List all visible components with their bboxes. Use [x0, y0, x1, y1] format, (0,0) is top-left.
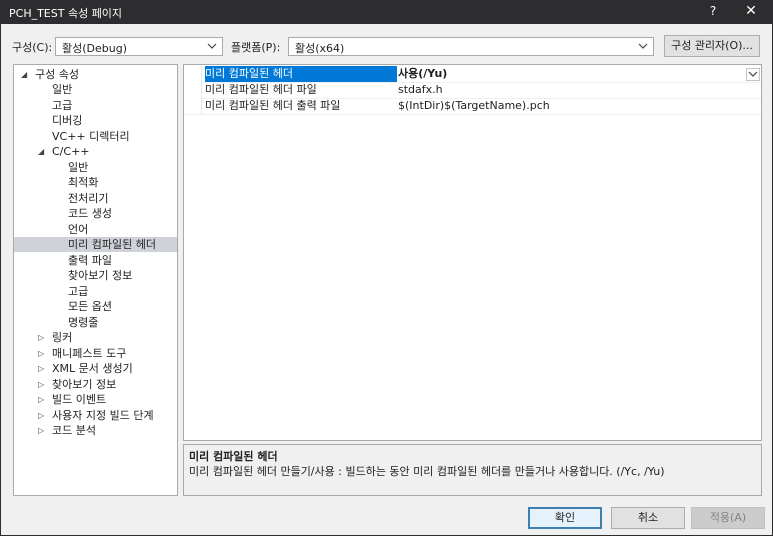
property-grid: 미리 컴파일된 헤더 사용(/Yu) 미리 컴파일된 헤더 파일 stdafx.… [183, 64, 762, 441]
window-title: PCH_TEST 속성 페이지 [9, 7, 123, 20]
config-manager-button[interactable]: 구성 관리자(O)... [664, 35, 760, 57]
tree-item-build-events[interactable]: ▷ 빌드 이벤트 [14, 392, 177, 407]
property-value[interactable]: $(IntDir)$(TargetName).pch [398, 98, 758, 114]
value-dropdown-button[interactable] [746, 68, 760, 81]
chevron-down-icon [207, 43, 217, 49]
tree-item-cpp-general[interactable]: 일반 [14, 160, 177, 175]
row-gutter [184, 66, 202, 82]
property-name[interactable]: 미리 컴파일된 헤더 출력 파일 [205, 98, 397, 114]
property-name[interactable]: 미리 컴파일된 헤더 파일 [205, 82, 397, 98]
tree-item-advanced[interactable]: 고급 [14, 98, 177, 113]
property-value[interactable]: stdafx.h [398, 82, 758, 98]
description-title: 미리 컴파일된 헤더 [189, 450, 278, 463]
platform-value: 활성(x64) [295, 42, 345, 55]
tree-item-vc-directories[interactable]: VC++ 디렉터리 [14, 129, 177, 144]
collapsed-triangle-icon[interactable]: ▷ [38, 330, 44, 345]
title-bar: PCH_TEST 속성 페이지 ? ✕ [1, 1, 772, 24]
tree-item-general[interactable]: 일반 [14, 82, 177, 97]
apply-button[interactable]: 적용(A) [691, 507, 765, 529]
tree-item-optimization[interactable]: 최적화 [14, 175, 177, 190]
row-gutter [184, 98, 202, 114]
tree-item-browse-info[interactable]: 찾아보기 정보 [14, 268, 177, 283]
config-label: 구성(C): [12, 41, 53, 54]
tree-item-code-generation[interactable]: 코드 생성 [14, 206, 177, 221]
tree-item-command-line[interactable]: 명령줄 [14, 315, 177, 330]
tree-item-debugging[interactable]: 디버깅 [14, 113, 177, 128]
expanded-triangle-icon[interactable]: ◢ [21, 67, 27, 82]
tree-item-xml-doc-generator[interactable]: ▷ XML 문서 생성기 [14, 361, 177, 376]
collapsed-triangle-icon[interactable]: ▷ [38, 392, 44, 407]
collapsed-triangle-icon[interactable]: ▷ [38, 377, 44, 392]
property-row[interactable]: 미리 컴파일된 헤더 출력 파일 $(IntDir)$(TargetName).… [184, 98, 761, 115]
tree-item-manifest-tool[interactable]: ▷ 매니페스트 도구 [14, 346, 177, 361]
tree-root[interactable]: ◢ 구성 속성 [14, 67, 177, 82]
collapsed-triangle-icon[interactable]: ▷ [38, 408, 44, 423]
tree-item-precompiled-headers[interactable]: 미리 컴파일된 헤더 [14, 237, 177, 252]
platform-label: 플랫폼(P): [231, 41, 281, 54]
config-value: 활성(Debug) [62, 42, 127, 55]
tree-item-custom-build-step[interactable]: ▷ 사용자 지정 빌드 단계 [14, 408, 177, 423]
tree-item-language[interactable]: 언어 [14, 222, 177, 237]
chevron-down-icon [638, 43, 648, 49]
collapsed-triangle-icon[interactable]: ▷ [38, 346, 44, 361]
platform-dropdown[interactable]: 활성(x64) [288, 37, 654, 56]
tree-item-all-options[interactable]: 모든 옵션 [14, 299, 177, 314]
row-gutter [184, 82, 202, 98]
description-panel: 미리 컴파일된 헤더 미리 컴파일된 헤더 만들기/사용 : 빌드하는 동안 미… [183, 444, 762, 496]
config-dropdown[interactable]: 활성(Debug) [55, 37, 223, 56]
tree-item-cpp-advanced[interactable]: 고급 [14, 284, 177, 299]
property-row[interactable]: 미리 컴파일된 헤더 파일 stdafx.h [184, 82, 761, 99]
property-value[interactable]: 사용(/Yu) [398, 66, 758, 82]
tree-item-output-files[interactable]: 출력 파일 [14, 253, 177, 268]
tree-item-cpp[interactable]: ◢ C/C++ [14, 144, 177, 159]
category-tree: ◢ 구성 속성 일반 고급 디버깅 VC++ 디렉터리 ◢ C/C++ 일반 최… [13, 64, 178, 496]
tree-item-browse-info-top[interactable]: ▷ 찾아보기 정보 [14, 377, 177, 392]
chevron-down-icon [748, 71, 758, 77]
description-text: 미리 컴파일된 헤더 만들기/사용 : 빌드하는 동안 미리 컴파일된 헤더를 … [189, 465, 665, 478]
close-button[interactable]: ✕ [738, 3, 764, 22]
ok-button[interactable]: 확인 [528, 507, 602, 529]
help-button[interactable]: ? [701, 4, 725, 21]
tree-item-linker[interactable]: ▷ 링커 [14, 330, 177, 345]
tree-item-code-analysis[interactable]: ▷ 코드 분석 [14, 423, 177, 438]
expanded-triangle-icon[interactable]: ◢ [38, 144, 44, 159]
cancel-button[interactable]: 취소 [611, 507, 685, 529]
collapsed-triangle-icon[interactable]: ▷ [38, 361, 44, 376]
property-name[interactable]: 미리 컴파일된 헤더 [205, 66, 397, 82]
property-pages-dialog: PCH_TEST 속성 페이지 ? ✕ 구성(C): 활성(Debug) 플랫폼… [0, 0, 773, 536]
collapsed-triangle-icon[interactable]: ▷ [38, 423, 44, 438]
property-row[interactable]: 미리 컴파일된 헤더 사용(/Yu) [184, 66, 761, 83]
tree-item-preprocessor[interactable]: 전처리기 [14, 191, 177, 206]
